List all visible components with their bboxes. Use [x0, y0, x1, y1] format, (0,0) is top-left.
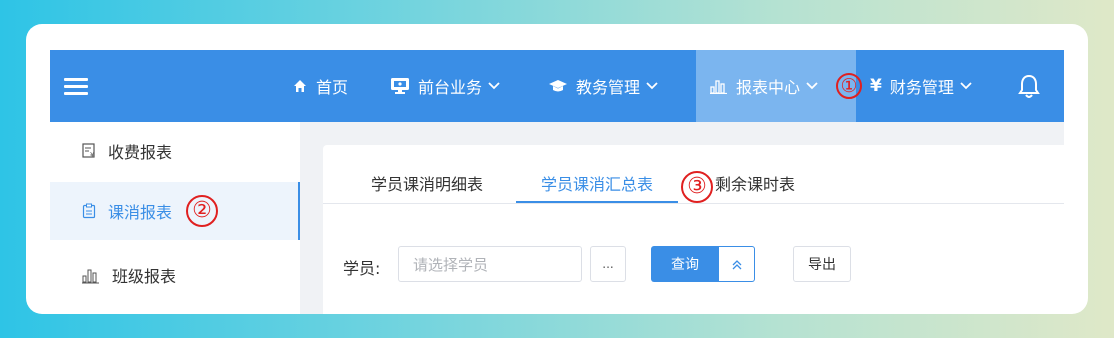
receipt-icon: ¥ — [82, 143, 96, 159]
annotation-marker-2: ② — [186, 195, 219, 227]
app-card: 首页 前台业务 教务管理 报表中心 ① ¥ 财务管理 ¥ 收费报表 课消报表 ②… — [26, 24, 1088, 314]
student-select-input[interactable]: 请选择学员 — [398, 246, 582, 282]
tab-consumption-summary[interactable]: 学员课消汇总表 — [541, 171, 653, 195]
sidebar-item-label: 班级报表 — [112, 267, 177, 286]
double-chevron-up-icon — [732, 255, 742, 274]
svg-text:¥: ¥ — [90, 151, 95, 159]
chevron-down-icon — [646, 82, 658, 90]
nav-item-label: 前台业务 — [418, 78, 483, 97]
nav-item-academic[interactable]: 教务管理 — [548, 50, 658, 122]
sidebar: ¥ 收费报表 课消报表 ② 班级报表 — [50, 122, 300, 314]
nav-item-label: 财务管理 — [889, 78, 954, 97]
export-button[interactable]: 导出 — [793, 246, 851, 282]
top-navbar: 首页 前台业务 教务管理 报表中心 ① ¥ 财务管理 — [50, 50, 1064, 122]
nav-item-label: 首页 — [316, 78, 349, 97]
menu-icon[interactable] — [64, 78, 88, 96]
nav-item-finance[interactable]: ¥ 财务管理 — [870, 50, 972, 122]
annotation-marker-3: ③ — [681, 171, 713, 203]
graduation-cap-icon — [548, 78, 568, 94]
sidebar-item-label: 课消报表 — [108, 203, 173, 222]
nav-item-label: 教务管理 — [576, 78, 641, 97]
sidebar-item-class-report[interactable]: 班级报表 — [50, 246, 300, 304]
report-panel: 学员课消明细表 学员课消汇总表 ③ 剩余课时表 学员: 请选择学员 ... 查询… — [323, 145, 1064, 314]
chevron-down-icon — [488, 82, 500, 90]
collapse-button[interactable] — [719, 246, 755, 282]
bar-chart-icon — [710, 78, 728, 94]
nav-item-label: 报表中心 — [736, 78, 801, 97]
student-label: 学员: — [343, 259, 381, 278]
yen-icon: ¥ — [870, 76, 882, 96]
active-tab-indicator — [516, 201, 678, 203]
sidebar-item-fee-report[interactable]: ¥ 收费报表 — [50, 122, 300, 180]
annotation-marker-1: ① — [836, 73, 862, 99]
tab-remaining-hours[interactable]: 剩余课时表 — [715, 171, 795, 195]
clipboard-icon — [82, 203, 96, 219]
sidebar-item-consumption-report[interactable]: 课消报表 ② — [50, 182, 300, 240]
chevron-down-icon — [960, 82, 972, 90]
report-tabs: 学员课消明细表 学员课消汇总表 ③ 剩余课时表 — [323, 145, 1064, 204]
monitor-icon — [390, 77, 410, 95]
student-picker-button[interactable]: ... — [590, 246, 626, 282]
nav-item-home[interactable]: 首页 — [292, 50, 348, 122]
home-icon — [292, 78, 308, 94]
class-chart-icon — [82, 266, 100, 284]
nav-item-reports[interactable]: 报表中心 — [696, 50, 856, 122]
nav-item-front-desk[interactable]: 前台业务 — [390, 50, 500, 122]
chevron-down-icon — [806, 82, 818, 90]
tab-consumption-detail[interactable]: 学员课消明细表 — [371, 171, 483, 195]
query-button[interactable]: 查询 — [651, 246, 719, 282]
bell-icon[interactable] — [1018, 74, 1040, 104]
sidebar-item-label: 收费报表 — [108, 143, 173, 162]
